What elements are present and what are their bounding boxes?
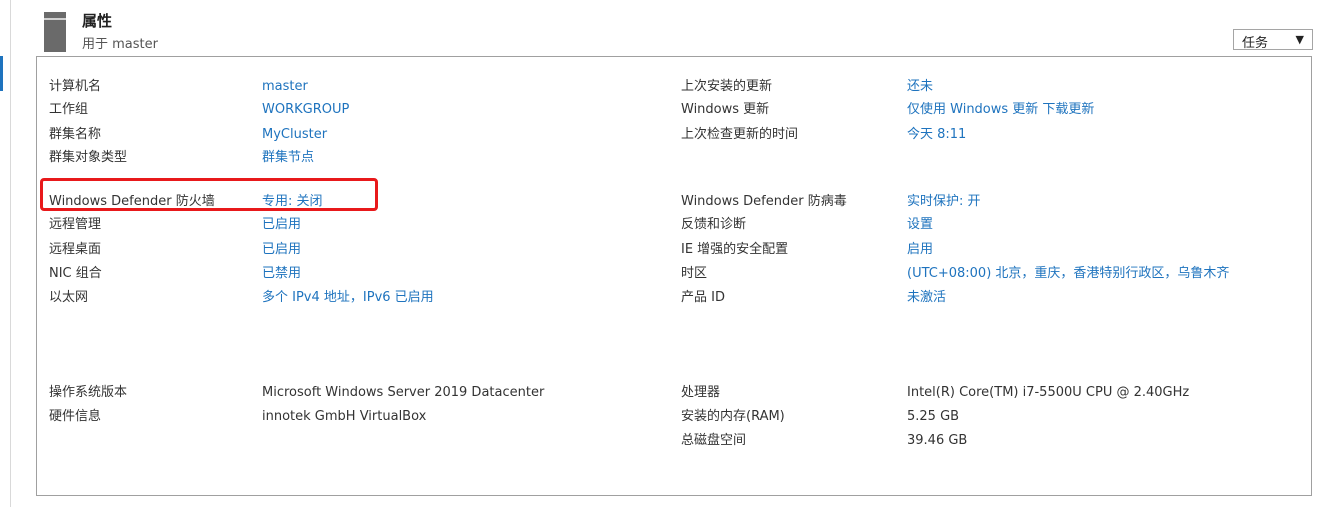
property-label: 上次检查更新的时间 <box>681 127 799 142</box>
value-defender-antivirus[interactable]: 实时保护: 开 <box>907 192 981 212</box>
row-product-id: 产品 ID <box>681 288 725 308</box>
properties-header: 属性 用于 master <box>38 8 1318 52</box>
value-installed-memory: 5.25 GB <box>907 407 959 427</box>
property-label: Windows Defender 防火墙 <box>49 194 215 209</box>
value-ie-enhanced-security[interactable]: 启用 <box>907 240 933 260</box>
property-value-link[interactable]: 设置 <box>907 217 933 232</box>
property-value-link[interactable]: MyCluster <box>262 127 327 142</box>
value-time-zone[interactable]: (UTC+08:00) 北京，重庆，香港特别行政区，乌鲁木齐 <box>907 264 1229 284</box>
property-label: 反馈和诊断 <box>681 217 747 232</box>
value-ethernet[interactable]: 多个 IPv4 地址，IPv6 已启用 <box>262 288 434 308</box>
property-label: Windows 更新 <box>681 102 770 117</box>
value-last-checked-updates[interactable]: 今天 8:11 <box>907 125 966 145</box>
value-product-id[interactable]: 未激活 <box>907 288 946 308</box>
left-rail-accent <box>0 56 3 91</box>
property-value: Microsoft Windows Server 2019 Datacenter <box>262 385 545 400</box>
property-value-link[interactable]: 专用: 关闭 <box>262 194 323 209</box>
row-total-disk-space: 总磁盘空间 <box>681 431 746 451</box>
row-ie-enhanced-security: IE 增强的安全配置 <box>681 240 788 260</box>
property-value: innotek GmbH VirtualBox <box>262 409 427 424</box>
row-cluster-name: 群集名称 <box>49 125 101 145</box>
property-label: Windows Defender 防病毒 <box>681 194 847 209</box>
row-computer-name: 计算机名 <box>49 77 101 97</box>
properties-panel: 计算机名 master 工作组 WORKGROUP 群集名称 MyCluster… <box>36 56 1312 496</box>
row-feedback-diagnostics: 反馈和诊断 <box>681 215 746 235</box>
property-label: 群集名称 <box>49 127 102 142</box>
row-last-checked-updates: 上次检查更新的时间 <box>681 125 798 145</box>
property-value: Intel(R) Core(TM) i7-5500U CPU @ 2.40GHz <box>907 385 1190 400</box>
row-os-version: 操作系统版本 <box>49 383 127 403</box>
row-remote-management: 远程管理 <box>49 215 101 235</box>
value-processor: Intel(R) Core(TM) i7-5500U CPU @ 2.40GHz <box>907 383 1189 403</box>
row-installed-memory: 安装的内存(RAM) <box>681 407 785 427</box>
property-label: 总磁盘空间 <box>681 433 747 448</box>
property-label: 远程管理 <box>49 217 102 232</box>
row-workgroup: 工作组 <box>49 100 88 120</box>
value-nic-teaming[interactable]: 已禁用 <box>262 264 301 284</box>
value-feedback-diagnostics[interactable]: 设置 <box>907 215 933 235</box>
property-value-link[interactable]: master <box>262 79 308 94</box>
value-workgroup[interactable]: WORKGROUP <box>262 100 349 120</box>
left-rail <box>0 0 11 507</box>
property-value-link[interactable]: 已启用 <box>262 217 301 232</box>
property-label: 群集对象类型 <box>49 150 128 165</box>
tasks-label: 任务 <box>1242 36 1269 51</box>
property-value-link[interactable]: 多个 IPv4 地址，IPv6 已启用 <box>262 290 434 305</box>
server-icon <box>44 12 66 52</box>
property-value-link[interactable]: 已启用 <box>262 242 301 257</box>
property-label: NIC 组合 <box>49 266 102 281</box>
property-value-link[interactable]: 未激活 <box>907 290 946 305</box>
page-title: 属性 <box>82 12 113 30</box>
property-label: 计算机名 <box>49 79 102 94</box>
property-value-link[interactable]: 仅使用 Windows 更新 下载更新 <box>907 102 1094 117</box>
property-value-link[interactable]: 实时保护: 开 <box>907 194 981 209</box>
row-remote-desktop: 远程桌面 <box>49 240 101 260</box>
chevron-down-icon: ▼ <box>1295 33 1304 46</box>
property-label: 时区 <box>681 266 708 281</box>
property-value-link[interactable]: 启用 <box>907 242 933 257</box>
value-os-version: Microsoft Windows Server 2019 Datacenter <box>262 383 544 403</box>
property-value: 39.46 GB <box>907 433 968 448</box>
value-total-disk-space: 39.46 GB <box>907 431 967 451</box>
property-label: 上次安装的更新 <box>681 79 773 94</box>
row-hardware-info: 硬件信息 <box>49 407 101 427</box>
property-value-link[interactable]: WORKGROUP <box>262 102 349 117</box>
property-value-link[interactable]: 群集节点 <box>262 150 314 165</box>
property-label: 处理器 <box>681 385 721 400</box>
property-value: 5.25 GB <box>907 409 960 424</box>
row-processor: 处理器 <box>681 383 720 403</box>
property-label: IE 增强的安全配置 <box>681 242 789 257</box>
property-label: 远程桌面 <box>49 242 102 257</box>
value-remote-desktop[interactable]: 已启用 <box>262 240 301 260</box>
property-label: 以太网 <box>49 290 89 305</box>
property-label: 安装的内存(RAM) <box>681 409 785 424</box>
value-windows-update[interactable]: 仅使用 Windows 更新 下载更新 <box>907 100 1094 120</box>
row-nic-teaming: NIC 组合 <box>49 264 102 284</box>
value-last-installed-updates[interactable]: 还未 <box>907 77 933 97</box>
property-label: 工作组 <box>49 102 89 117</box>
row-windows-update: Windows 更新 <box>681 100 769 120</box>
property-label: 产品 ID <box>681 290 725 305</box>
property-value-link[interactable]: (UTC+08:00) 北京，重庆，香港特别行政区，乌鲁木齐 <box>907 266 1229 281</box>
value-hardware-info: innotek GmbH VirtualBox <box>262 407 426 427</box>
row-time-zone: 时区 <box>681 264 707 284</box>
value-computer-name[interactable]: master <box>262 77 308 97</box>
property-value-link[interactable]: 还未 <box>907 79 933 94</box>
row-defender-firewall: Windows Defender 防火墙 <box>49 192 215 212</box>
property-value-link[interactable]: 今天 8:11 <box>907 127 966 142</box>
property-value-link[interactable]: 已禁用 <box>262 266 301 281</box>
row-cluster-object-type: 群集对象类型 <box>49 148 127 168</box>
value-cluster-name[interactable]: MyCluster <box>262 125 327 145</box>
row-last-installed-updates: 上次安装的更新 <box>681 77 772 97</box>
row-defender-antivirus: Windows Defender 防病毒 <box>681 192 847 212</box>
tasks-dropdown-button[interactable]: 任务 ▼ <box>1233 29 1313 51</box>
property-label: 硬件信息 <box>49 409 102 424</box>
value-defender-firewall[interactable]: 专用: 关闭 <box>262 192 323 212</box>
value-cluster-object-type[interactable]: 群集节点 <box>262 148 314 168</box>
property-label: 操作系统版本 <box>49 385 128 400</box>
page-subtitle: 用于 master <box>82 37 158 52</box>
row-ethernet: 以太网 <box>49 288 88 308</box>
value-remote-management[interactable]: 已启用 <box>262 215 301 235</box>
